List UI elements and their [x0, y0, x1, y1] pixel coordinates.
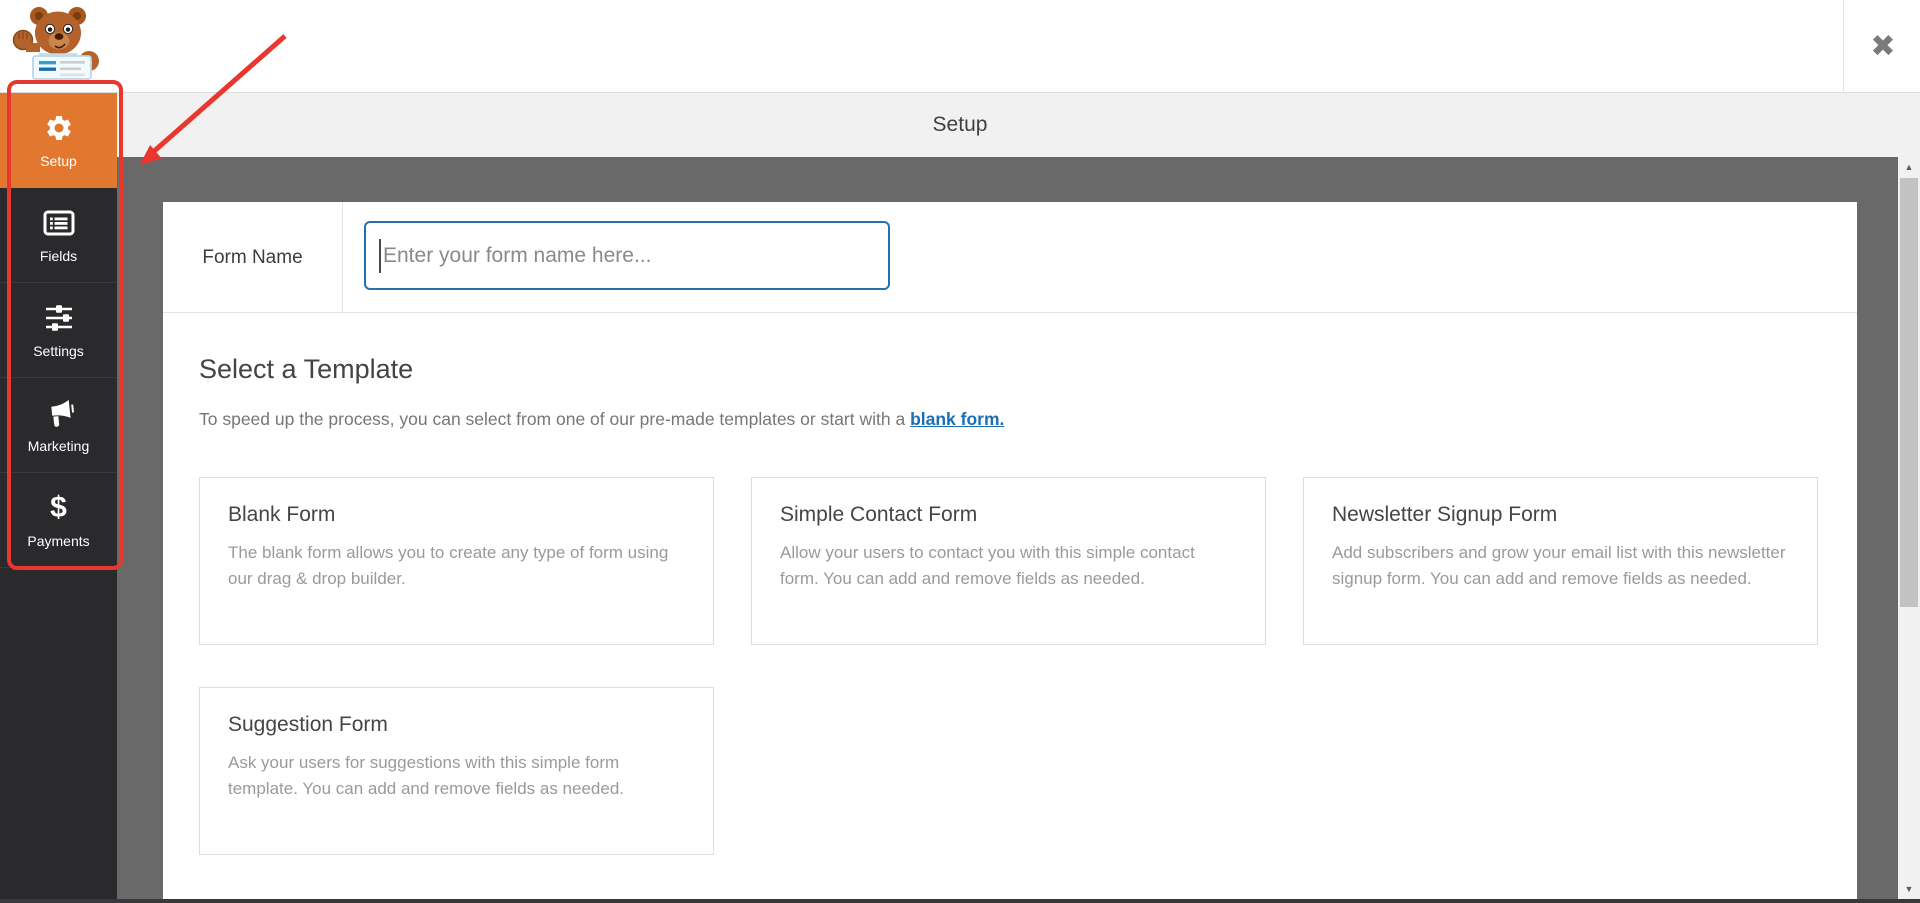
bottom-edge-strip — [0, 899, 1920, 903]
card-description: Allow your users to contact you with thi… — [780, 543, 1195, 589]
template-card-newsletter-signup-form[interactable]: Newsletter Signup Form Add subscribers a… — [1303, 477, 1818, 645]
setup-panel: Form Name Select a Template To speed up … — [163, 202, 1857, 899]
text-caret — [379, 239, 381, 273]
sidebar-item-label: Fields — [39, 247, 78, 264]
card-title: Blank Form — [228, 503, 336, 526]
sidebar-item-payments[interactable]: $ Payments — [0, 473, 117, 568]
dollar-icon: $ — [50, 490, 67, 524]
form-name-label: Form Name — [202, 246, 303, 268]
card-title: Simple Contact Form — [780, 503, 978, 526]
vertical-scrollbar[interactable]: ▲ ▼ — [1898, 157, 1920, 899]
scroll-down-icon[interactable]: ▼ — [1898, 879, 1920, 899]
form-row-divider — [342, 202, 343, 313]
gear-icon — [44, 112, 74, 144]
select-template-heading: Select a Template — [199, 354, 414, 384]
card-title: Suggestion Form — [228, 713, 388, 736]
sidebar-item-fields[interactable]: Fields — [0, 188, 117, 283]
sidebar-item-label: Setup — [40, 153, 77, 169]
fields-icon — [43, 207, 75, 239]
sidebar-item-label: Payments — [27, 532, 90, 549]
sidebar-item-settings[interactable]: Settings — [0, 283, 117, 378]
scroll-up-icon[interactable]: ▲ — [1898, 157, 1920, 177]
setup-title-bar — [117, 93, 1920, 157]
form-name-input[interactable] — [364, 221, 890, 290]
template-cards: Blank Form The blank form allows you to … — [199, 477, 1821, 855]
card-description: The blank form allows you to create any … — [228, 543, 669, 589]
blank-form-link[interactable]: blank form. — [910, 409, 1004, 429]
sidebar-item-label: Marketing — [27, 437, 90, 454]
template-card-blank-form[interactable]: Blank Form The blank form allows you to … — [199, 477, 714, 645]
template-card-suggestion-form[interactable]: Suggestion Form Ask your users for sugge… — [199, 687, 714, 855]
header-divider — [1843, 0, 1844, 93]
sidebar-item-setup[interactable]: Setup — [0, 93, 117, 188]
sidebar-item-marketing[interactable]: Marketing — [0, 378, 117, 473]
select-template-intro: To speed up the process, you can select … — [199, 409, 1004, 430]
sidebar-item-label: Settings — [33, 342, 84, 359]
sliders-icon — [44, 302, 74, 334]
card-description: Ask your users for suggestions with this… — [228, 753, 625, 799]
wpforms-bear-logo — [12, 7, 99, 80]
card-title: Newsletter Signup Form — [1332, 503, 1558, 526]
scrollbar-thumb[interactable] — [1900, 178, 1918, 607]
template-card-simple-contact-form[interactable]: Simple Contact Form Allow your users to … — [751, 477, 1266, 645]
builder-sidebar: Setup Fields Settings Marketing $ Paymen… — [0, 93, 117, 903]
card-description: Add subscribers and grow your email list… — [1332, 543, 1786, 589]
header-bar: ✖ — [0, 0, 1920, 93]
builder-content-area: Form Name Select a Template To speed up … — [117, 157, 1898, 899]
megaphone-icon — [43, 397, 75, 429]
page-title: Setup — [932, 113, 988, 136]
form-name-row: Form Name — [163, 202, 1857, 313]
intro-text: To speed up the process, you can select … — [199, 409, 911, 429]
close-icon[interactable]: ✖ — [1846, 0, 1920, 93]
